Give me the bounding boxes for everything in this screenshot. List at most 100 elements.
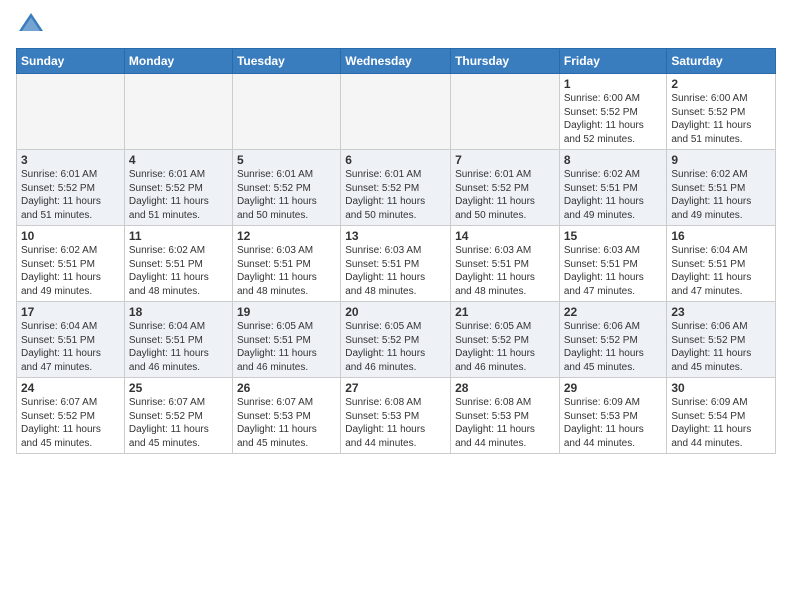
calendar-cell: 20Sunrise: 6:05 AMSunset: 5:52 PMDayligh… xyxy=(341,302,451,378)
calendar-cell: 16Sunrise: 6:04 AMSunset: 5:51 PMDayligh… xyxy=(667,226,776,302)
calendar-cell xyxy=(232,74,340,150)
calendar-cell: 5Sunrise: 6:01 AMSunset: 5:52 PMDaylight… xyxy=(232,150,340,226)
day-info: Sunrise: 6:00 AMSunset: 5:52 PMDaylight:… xyxy=(671,92,771,146)
day-info: Sunrise: 6:01 AMSunset: 5:52 PMDaylight:… xyxy=(21,168,120,222)
calendar-cell: 19Sunrise: 6:05 AMSunset: 5:51 PMDayligh… xyxy=(232,302,340,378)
day-info: Sunrise: 6:01 AMSunset: 5:52 PMDaylight:… xyxy=(237,168,336,222)
day-info: Sunrise: 6:05 AMSunset: 5:52 PMDaylight:… xyxy=(345,320,446,374)
calendar-cell: 29Sunrise: 6:09 AMSunset: 5:53 PMDayligh… xyxy=(559,378,667,454)
day-info: Sunrise: 6:01 AMSunset: 5:52 PMDaylight:… xyxy=(129,168,228,222)
calendar-cell: 11Sunrise: 6:02 AMSunset: 5:51 PMDayligh… xyxy=(124,226,232,302)
page: SundayMondayTuesdayWednesdayThursdayFrid… xyxy=(0,0,792,612)
calendar-cell: 9Sunrise: 6:02 AMSunset: 5:51 PMDaylight… xyxy=(667,150,776,226)
day-info: Sunrise: 6:03 AMSunset: 5:51 PMDaylight:… xyxy=(564,244,663,298)
day-info: Sunrise: 6:09 AMSunset: 5:53 PMDaylight:… xyxy=(564,396,663,450)
weekday-header-sunday: Sunday xyxy=(17,49,125,74)
day-number: 5 xyxy=(237,153,336,167)
day-number: 23 xyxy=(671,305,771,319)
calendar-row-4: 24Sunrise: 6:07 AMSunset: 5:52 PMDayligh… xyxy=(17,378,776,454)
weekday-header-friday: Friday xyxy=(559,49,667,74)
calendar-cell xyxy=(341,74,451,150)
day-info: Sunrise: 6:07 AMSunset: 5:53 PMDaylight:… xyxy=(237,396,336,450)
day-number: 18 xyxy=(129,305,228,319)
day-info: Sunrise: 6:08 AMSunset: 5:53 PMDaylight:… xyxy=(345,396,446,450)
weekday-header-monday: Monday xyxy=(124,49,232,74)
day-number: 24 xyxy=(21,381,120,395)
day-number: 19 xyxy=(237,305,336,319)
day-info: Sunrise: 6:06 AMSunset: 5:52 PMDaylight:… xyxy=(564,320,663,374)
calendar-cell xyxy=(451,74,560,150)
day-info: Sunrise: 6:09 AMSunset: 5:54 PMDaylight:… xyxy=(671,396,771,450)
day-info: Sunrise: 6:01 AMSunset: 5:52 PMDaylight:… xyxy=(345,168,446,222)
day-info: Sunrise: 6:02 AMSunset: 5:51 PMDaylight:… xyxy=(129,244,228,298)
day-info: Sunrise: 6:07 AMSunset: 5:52 PMDaylight:… xyxy=(21,396,120,450)
day-number: 14 xyxy=(455,229,555,243)
calendar-cell: 25Sunrise: 6:07 AMSunset: 5:52 PMDayligh… xyxy=(124,378,232,454)
weekday-header-thursday: Thursday xyxy=(451,49,560,74)
calendar-cell: 22Sunrise: 6:06 AMSunset: 5:52 PMDayligh… xyxy=(559,302,667,378)
calendar-cell: 27Sunrise: 6:08 AMSunset: 5:53 PMDayligh… xyxy=(341,378,451,454)
day-info: Sunrise: 6:06 AMSunset: 5:52 PMDaylight:… xyxy=(671,320,771,374)
calendar-cell: 15Sunrise: 6:03 AMSunset: 5:51 PMDayligh… xyxy=(559,226,667,302)
logo-icon xyxy=(16,10,46,40)
calendar-row-3: 17Sunrise: 6:04 AMSunset: 5:51 PMDayligh… xyxy=(17,302,776,378)
weekday-header-saturday: Saturday xyxy=(667,49,776,74)
calendar-cell: 21Sunrise: 6:05 AMSunset: 5:52 PMDayligh… xyxy=(451,302,560,378)
calendar-cell: 23Sunrise: 6:06 AMSunset: 5:52 PMDayligh… xyxy=(667,302,776,378)
day-number: 28 xyxy=(455,381,555,395)
day-info: Sunrise: 6:02 AMSunset: 5:51 PMDaylight:… xyxy=(21,244,120,298)
day-number: 6 xyxy=(345,153,446,167)
day-info: Sunrise: 6:04 AMSunset: 5:51 PMDaylight:… xyxy=(21,320,120,374)
calendar-cell: 1Sunrise: 6:00 AMSunset: 5:52 PMDaylight… xyxy=(559,74,667,150)
day-info: Sunrise: 6:00 AMSunset: 5:52 PMDaylight:… xyxy=(564,92,663,146)
day-number: 16 xyxy=(671,229,771,243)
day-number: 30 xyxy=(671,381,771,395)
day-number: 25 xyxy=(129,381,228,395)
day-number: 29 xyxy=(564,381,663,395)
calendar-table: SundayMondayTuesdayWednesdayThursdayFrid… xyxy=(16,48,776,454)
calendar-cell: 4Sunrise: 6:01 AMSunset: 5:52 PMDaylight… xyxy=(124,150,232,226)
day-number: 12 xyxy=(237,229,336,243)
day-number: 26 xyxy=(237,381,336,395)
day-number: 2 xyxy=(671,77,771,91)
calendar-cell: 6Sunrise: 6:01 AMSunset: 5:52 PMDaylight… xyxy=(341,150,451,226)
day-info: Sunrise: 6:03 AMSunset: 5:51 PMDaylight:… xyxy=(345,244,446,298)
day-number: 13 xyxy=(345,229,446,243)
day-info: Sunrise: 6:04 AMSunset: 5:51 PMDaylight:… xyxy=(129,320,228,374)
day-number: 10 xyxy=(21,229,120,243)
day-info: Sunrise: 6:02 AMSunset: 5:51 PMDaylight:… xyxy=(671,168,771,222)
day-info: Sunrise: 6:02 AMSunset: 5:51 PMDaylight:… xyxy=(564,168,663,222)
calendar-cell: 12Sunrise: 6:03 AMSunset: 5:51 PMDayligh… xyxy=(232,226,340,302)
day-number: 20 xyxy=(345,305,446,319)
calendar-cell: 26Sunrise: 6:07 AMSunset: 5:53 PMDayligh… xyxy=(232,378,340,454)
calendar-row-1: 3Sunrise: 6:01 AMSunset: 5:52 PMDaylight… xyxy=(17,150,776,226)
day-info: Sunrise: 6:05 AMSunset: 5:51 PMDaylight:… xyxy=(237,320,336,374)
day-number: 27 xyxy=(345,381,446,395)
calendar-row-2: 10Sunrise: 6:02 AMSunset: 5:51 PMDayligh… xyxy=(17,226,776,302)
day-number: 7 xyxy=(455,153,555,167)
day-info: Sunrise: 6:08 AMSunset: 5:53 PMDaylight:… xyxy=(455,396,555,450)
header xyxy=(16,10,776,40)
day-number: 11 xyxy=(129,229,228,243)
weekday-header-wednesday: Wednesday xyxy=(341,49,451,74)
day-number: 8 xyxy=(564,153,663,167)
day-number: 17 xyxy=(21,305,120,319)
day-info: Sunrise: 6:04 AMSunset: 5:51 PMDaylight:… xyxy=(671,244,771,298)
calendar-cell: 18Sunrise: 6:04 AMSunset: 5:51 PMDayligh… xyxy=(124,302,232,378)
calendar-row-0: 1Sunrise: 6:00 AMSunset: 5:52 PMDaylight… xyxy=(17,74,776,150)
day-info: Sunrise: 6:03 AMSunset: 5:51 PMDaylight:… xyxy=(455,244,555,298)
day-info: Sunrise: 6:05 AMSunset: 5:52 PMDaylight:… xyxy=(455,320,555,374)
calendar-cell xyxy=(17,74,125,150)
day-info: Sunrise: 6:03 AMSunset: 5:51 PMDaylight:… xyxy=(237,244,336,298)
calendar-cell: 10Sunrise: 6:02 AMSunset: 5:51 PMDayligh… xyxy=(17,226,125,302)
calendar-cell: 30Sunrise: 6:09 AMSunset: 5:54 PMDayligh… xyxy=(667,378,776,454)
logo xyxy=(16,10,50,40)
calendar-cell: 13Sunrise: 6:03 AMSunset: 5:51 PMDayligh… xyxy=(341,226,451,302)
day-number: 3 xyxy=(21,153,120,167)
day-info: Sunrise: 6:01 AMSunset: 5:52 PMDaylight:… xyxy=(455,168,555,222)
calendar-cell: 17Sunrise: 6:04 AMSunset: 5:51 PMDayligh… xyxy=(17,302,125,378)
calendar-cell: 28Sunrise: 6:08 AMSunset: 5:53 PMDayligh… xyxy=(451,378,560,454)
day-number: 21 xyxy=(455,305,555,319)
calendar-cell: 14Sunrise: 6:03 AMSunset: 5:51 PMDayligh… xyxy=(451,226,560,302)
day-number: 1 xyxy=(564,77,663,91)
